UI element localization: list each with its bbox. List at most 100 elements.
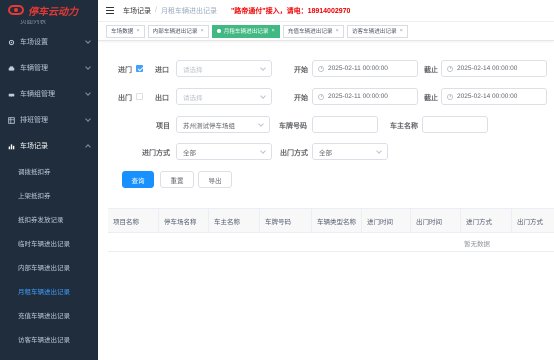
close-icon[interactable]: × — [271, 28, 274, 34]
exit-gate-label: 出口 — [155, 95, 169, 102]
chart-icon — [8, 143, 15, 149]
breadcrumb-separator: / — [155, 7, 157, 14]
sidebar-item-lot-records[interactable]: 车场记录 — [0, 133, 98, 159]
submenu-lot-records: 调拨抵扣券 上架抵扣券 抵扣券发放记录 临时车辆进出记录 内部车辆进出记录 月租… — [0, 159, 98, 351]
entry-start-picker[interactable]: 2025-02-11 00:00:00 — [312, 60, 418, 77]
breadcrumb-root[interactable]: 车场记录 — [123, 6, 151, 16]
entry-start-label: 开始 — [294, 67, 308, 74]
clock-icon — [318, 93, 324, 100]
tag-label: 月租车辆进出记录 — [223, 29, 269, 35]
chevron-up-icon — [85, 144, 91, 150]
hamburger-icon[interactable] — [106, 7, 114, 14]
tag-label: 内部车辆进出记录 — [152, 29, 198, 35]
active-dot-icon — [216, 29, 221, 33]
exit-end-picker[interactable]: 2025-02-14 00:00:00 — [441, 88, 547, 105]
tag-visitor-vehicle-records[interactable]: 访客车辆进出记录 × — [346, 24, 408, 38]
plate-label: 车牌号码 — [279, 123, 307, 130]
query-button[interactable]: 查询 — [122, 171, 154, 188]
select-placeholder: 请选择 — [183, 94, 203, 102]
gear-icon — [8, 39, 15, 45]
owner-label: 车主名称 — [390, 123, 418, 130]
column-header-plate[interactable]: 车牌号码 — [260, 209, 312, 232]
tag-recharge-vehicle-records[interactable]: 充值车辆进出记录 × — [282, 24, 344, 38]
select-value: 苏州测试停车场组 — [183, 122, 235, 130]
clock-icon — [318, 65, 324, 72]
chevron-down-icon — [260, 65, 266, 71]
chevron-down-icon — [260, 148, 266, 154]
entry-label: 进门 — [118, 67, 132, 74]
column-header-owner[interactable]: 车主名称 — [209, 209, 260, 232]
entry-checkbox[interactable] — [136, 65, 143, 72]
contact-notice: "路帝通付"接入，请电：18914002970 — [230, 7, 351, 15]
close-icon[interactable]: × — [336, 28, 339, 34]
select-placeholder: 请选择 — [183, 66, 203, 74]
sidebar-subitem-monthly-vehicle-records[interactable]: 月租车辆进出记录 — [0, 279, 98, 303]
sidebar-subitem-coupon-issue-records[interactable]: 抵扣券发放记录 — [0, 207, 98, 231]
column-header-exit-time[interactable]: 出门时间 — [411, 209, 461, 232]
table-empty-text: 暂无数据 — [464, 241, 490, 248]
column-header-exit-method[interactable]: 出门方式 — [512, 209, 554, 232]
plate-input[interactable] — [312, 116, 378, 133]
table-header: 项目名称 停车场名称 车主名称 车牌号码 车辆类型名称 进门时间 出门时间 进门… — [108, 209, 554, 233]
exit-start-label: 开始 — [294, 95, 308, 102]
exit-start-picker[interactable]: 2025-02-11 00:00:00 — [312, 88, 418, 105]
close-icon[interactable]: × — [200, 28, 203, 34]
sidebar-item-label: 车辆组管理 — [20, 91, 55, 98]
logo-icon — [8, 5, 24, 15]
app-logo: 停车云动力 — [0, 0, 98, 20]
column-header-entry-method[interactable]: 进门方式 — [461, 209, 512, 232]
entry-end-picker[interactable]: 2025-02-14 00:00:00 — [441, 60, 547, 77]
owner-input[interactable] — [422, 116, 488, 133]
tag-monthly-vehicle-records[interactable]: 月租车辆进出记录 × — [211, 24, 280, 38]
sidebar-item-label: 车场设置 — [20, 39, 48, 46]
entry-gate-select[interactable]: 请选择 — [176, 60, 272, 77]
sidebar-subitem-allocate-coupon[interactable]: 调拨抵扣券 — [0, 159, 98, 183]
exit-label: 出门 — [118, 95, 132, 102]
tag-label: 车场数据 — [111, 29, 134, 35]
column-header-project[interactable]: 项目名称 — [108, 209, 159, 232]
entry-end-label: 截止 — [424, 67, 438, 74]
tag-internal-vehicle-records[interactable]: 内部车辆进出记录 × — [147, 24, 209, 38]
sidebar-item-schedule[interactable]: 排班管理 — [0, 107, 98, 133]
chevron-down-icon — [85, 90, 91, 96]
export-button[interactable]: 导出 — [198, 171, 232, 188]
entry-gate-label: 进口 — [155, 67, 169, 74]
date-value: 2025-02-11 00:00:00 — [328, 93, 388, 100]
column-header-entry-time[interactable]: 进门时间 — [362, 209, 411, 232]
sidebar-subitem-temp-vehicle-records[interactable]: 临时车辆进出记录 — [0, 231, 98, 255]
column-header-vehicle-type[interactable]: 车辆类型名称 — [312, 209, 362, 232]
exit-method-select[interactable]: 全部 — [312, 143, 388, 160]
entry-method-select[interactable]: 全部 — [176, 143, 272, 160]
sidebar-item-partial[interactable]: 页面列表 — [0, 20, 98, 29]
column-header-lot[interactable]: 停车场名称 — [159, 209, 209, 232]
entry-method-label: 进门方式 — [142, 150, 170, 157]
exit-gate-select[interactable]: 请选择 — [176, 88, 272, 105]
exit-checkbox[interactable] — [136, 93, 143, 100]
date-value: 2025-02-14 00:00:00 — [457, 93, 518, 100]
chevron-down-icon — [260, 93, 266, 99]
chevron-down-icon — [85, 38, 91, 44]
sidebar-item-vehicles[interactable]: 车辆管理 — [0, 55, 98, 81]
car-icon — [8, 65, 15, 71]
date-value: 2025-02-11 00:00:00 — [328, 65, 388, 72]
tags-view: 车场数据 × 内部车辆进出记录 × 月租车辆进出记录 × 充值车辆进出记录 × … — [98, 22, 554, 41]
sidebar: 停车云动力 页面列表 车场设置 车辆管理 车辆组管理 排班管理 车场记录 调拨抵… — [0, 0, 98, 360]
chevron-down-icon — [258, 121, 264, 127]
tag-label: 访客车辆进出记录 — [351, 29, 397, 35]
close-icon[interactable]: × — [136, 28, 139, 34]
tag-lot-data[interactable]: 车场数据 × — [106, 24, 145, 38]
chevron-down-icon — [85, 64, 91, 70]
sidebar-subitem-list-coupon[interactable]: 上架抵扣券 — [0, 183, 98, 207]
sidebar-item-lot-settings[interactable]: 车场设置 — [0, 29, 98, 55]
select-value: 全部 — [183, 149, 196, 157]
sidebar-subitem-internal-vehicle-records[interactable]: 内部车辆进出记录 — [0, 255, 98, 279]
sidebar-item-vehicle-groups[interactable]: 车辆组管理 — [0, 81, 98, 107]
reset-button[interactable]: 重置 — [160, 171, 194, 188]
project-select[interactable]: 苏州测试停车场组 — [176, 116, 270, 133]
clock-icon — [447, 65, 453, 72]
sidebar-subitem-recharge-vehicle-records[interactable]: 充值车辆进出记录 — [0, 303, 98, 327]
sidebar-subitem-visitor-vehicle-records[interactable]: 访客车辆进出记录 — [0, 327, 98, 351]
schedule-icon — [8, 116, 15, 124]
sidebar-item-label: 排班管理 — [20, 117, 48, 124]
close-icon[interactable]: × — [400, 28, 403, 34]
